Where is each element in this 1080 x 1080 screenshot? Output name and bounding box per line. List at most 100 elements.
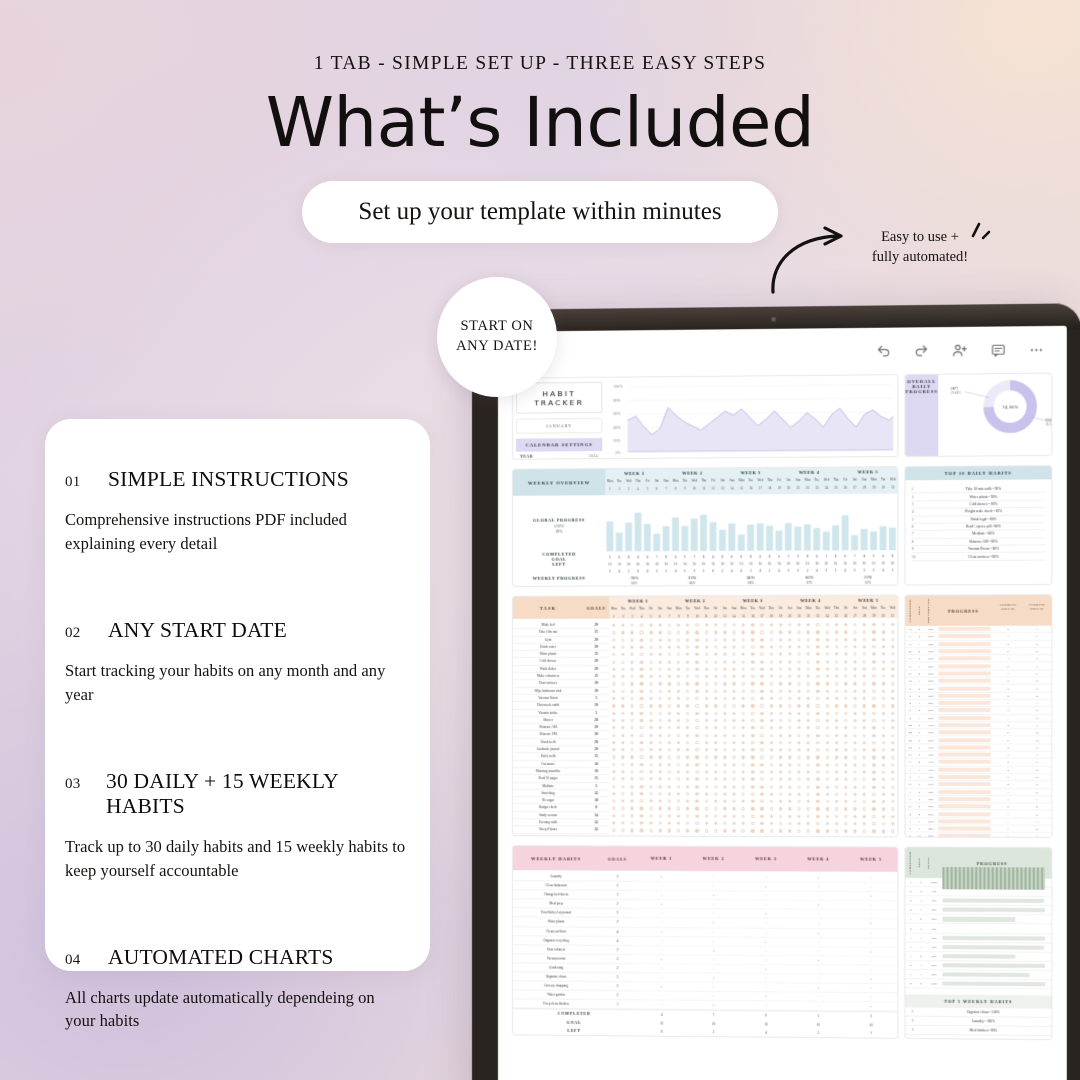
habit-checkbox[interactable]: [711, 836, 720, 838]
habit-checkbox[interactable]: [683, 792, 692, 796]
habit-name[interactable]: Vitamin intake: [512, 709, 584, 717]
habit-checkbox[interactable]: [646, 821, 655, 825]
habit-checkbox[interactable]: [813, 674, 822, 679]
habit-checkbox[interactable]: [702, 660, 711, 664]
habit-checkbox[interactable]: [674, 689, 683, 693]
habit-checkbox[interactable]: [637, 828, 646, 833]
habit-checkbox[interactable]: [860, 829, 869, 833]
habit-checkbox[interactable]: [850, 814, 859, 819]
habit-checkbox[interactable]: [628, 792, 637, 796]
habit-checkbox[interactable]: [702, 733, 711, 737]
habit-checkbox[interactable]: [767, 696, 776, 701]
habit-checkbox[interactable]: [757, 689, 766, 693]
habit-checkbox[interactable]: [609, 740, 618, 745]
weekly-habit-cell[interactable]: ○: [688, 900, 740, 908]
weekly-habit-cell[interactable]: ○: [792, 1002, 845, 1011]
habit-checkbox[interactable]: [878, 770, 887, 774]
habit-goal[interactable]: 30: [583, 643, 610, 652]
habit-checkbox[interactable]: [860, 814, 869, 819]
habit-checkbox[interactable]: [767, 763, 776, 767]
habit-checkbox[interactable]: [637, 711, 646, 715]
habit-checkbox[interactable]: [674, 726, 683, 730]
habit-checkbox[interactable]: [637, 689, 646, 693]
weekly-habit-cell[interactable]: ○: [740, 901, 792, 909]
habit-checkbox[interactable]: [702, 821, 711, 825]
habit-checkbox[interactable]: [804, 799, 813, 804]
habit-checkbox[interactable]: [628, 645, 637, 649]
habit-checkbox[interactable]: [674, 704, 683, 708]
weekly-habit-cell[interactable]: ○: [688, 910, 740, 918]
habit-name[interactable]: Skincare AM: [512, 724, 584, 732]
habit-checkbox[interactable]: [702, 711, 711, 715]
habit-checkbox[interactable]: [637, 755, 646, 759]
habit-checkbox[interactable]: [729, 741, 738, 745]
habit-goal[interactable]: 15: [583, 672, 610, 681]
habit-checkbox[interactable]: [841, 667, 850, 671]
habit-checkbox[interactable]: [860, 763, 869, 767]
weekly-habit-cell[interactable]: ○: [688, 964, 740, 973]
weekly-habit-cell[interactable]: ●: [740, 882, 792, 890]
habit-checkbox[interactable]: [619, 711, 628, 715]
habit-checkbox[interactable]: [869, 829, 878, 833]
habit-checkbox[interactable]: [850, 630, 859, 634]
habit-checkbox[interactable]: [711, 696, 720, 701]
habit-checkbox[interactable]: [878, 682, 887, 686]
habit-checkbox[interactable]: [795, 652, 804, 656]
habit-goal[interactable]: 15: [583, 753, 610, 761]
habit-checkbox[interactable]: [609, 726, 618, 730]
habit-checkbox[interactable]: [729, 667, 738, 671]
habit-checkbox[interactable]: [683, 836, 692, 838]
habit-goal[interactable]: 8: [583, 804, 610, 813]
habit-checkbox[interactable]: [609, 689, 618, 693]
habit-checkbox[interactable]: [776, 814, 785, 818]
habit-checkbox[interactable]: [767, 689, 776, 693]
weekly-habit-cell[interactable]: ○: [845, 966, 898, 975]
habit-name[interactable]: Wash dishes: [512, 665, 584, 674]
habit-checkbox[interactable]: [720, 733, 729, 737]
habit-checkbox[interactable]: [683, 726, 692, 730]
habit-checkbox[interactable]: [628, 762, 637, 767]
habit-checkbox[interactable]: [683, 829, 692, 833]
habit-checkbox[interactable]: [646, 814, 655, 818]
habit-checkbox[interactable]: [609, 674, 618, 679]
habit-checkbox[interactable]: [683, 821, 692, 825]
habit-checkbox[interactable]: [841, 755, 850, 760]
habit-name[interactable]: Drink water: [512, 643, 584, 652]
habit-checkbox[interactable]: [804, 652, 813, 656]
habit-checkbox[interactable]: [646, 718, 655, 723]
habit-checkbox[interactable]: [655, 784, 664, 789]
habit-checkbox[interactable]: [832, 836, 841, 838]
habit-checkbox[interactable]: [748, 726, 757, 730]
habit-checkbox[interactable]: [729, 711, 738, 715]
habit-checkbox[interactable]: [674, 755, 683, 759]
habit-checkbox[interactable]: [841, 770, 850, 774]
habit-checkbox[interactable]: [813, 748, 822, 752]
habit-checkbox[interactable]: [776, 696, 785, 701]
habit-checkbox[interactable]: [869, 630, 878, 634]
weekly-habit-cell[interactable]: ●: [740, 992, 792, 1001]
habit-checkbox[interactable]: [776, 770, 785, 774]
weekly-habit-cell[interactable]: ●: [688, 891, 740, 899]
habit-checkbox[interactable]: [619, 770, 628, 774]
habit-checkbox[interactable]: [619, 623, 628, 627]
habit-checkbox[interactable]: [711, 645, 720, 649]
habit-checkbox[interactable]: [702, 623, 711, 627]
habit-checkbox[interactable]: [628, 828, 637, 833]
habit-checkbox[interactable]: [795, 637, 804, 642]
habit-checkbox[interactable]: [785, 660, 794, 664]
habit-checkbox[interactable]: [869, 778, 878, 782]
habit-checkbox[interactable]: [748, 799, 757, 804]
habit-checkbox[interactable]: [683, 630, 692, 635]
habit-checkbox[interactable]: [655, 821, 664, 825]
habit-checkbox[interactable]: [785, 836, 794, 838]
habit-checkbox[interactable]: [720, 689, 729, 693]
habit-checkbox[interactable]: [888, 630, 897, 634]
habit-checkbox[interactable]: [888, 814, 897, 819]
habit-checkbox[interactable]: [822, 785, 831, 789]
habit-checkbox[interactable]: [795, 667, 804, 671]
habit-goal[interactable]: 20: [583, 658, 610, 666]
habit-checkbox[interactable]: [776, 807, 785, 811]
habit-checkbox[interactable]: [822, 748, 831, 752]
habit-checkbox[interactable]: [795, 792, 804, 796]
habit-checkbox[interactable]: [869, 674, 878, 678]
